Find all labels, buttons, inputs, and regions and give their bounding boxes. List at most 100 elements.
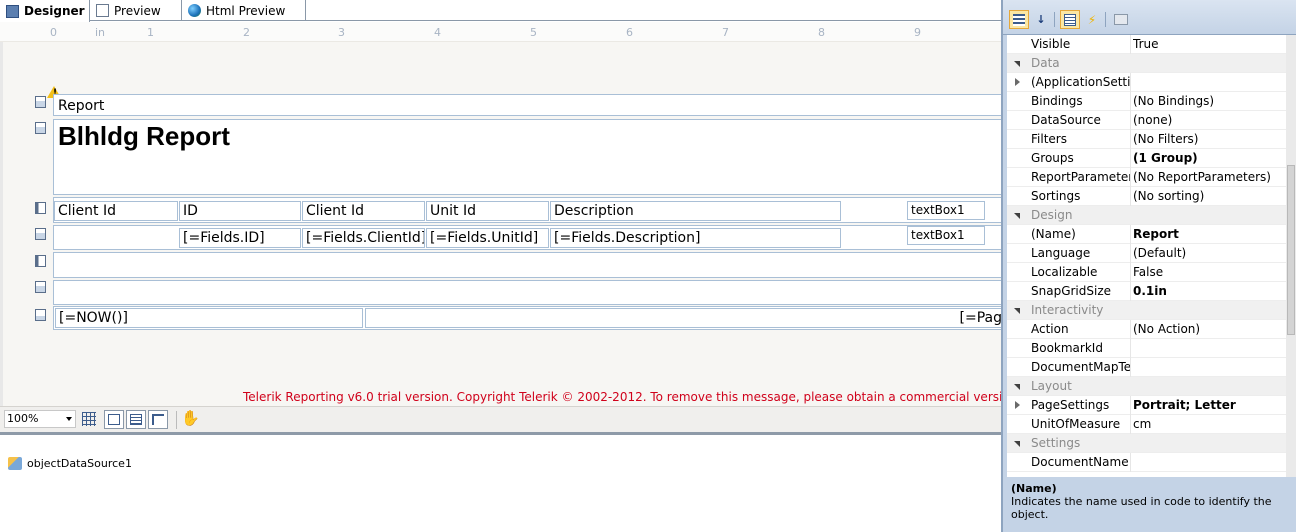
property-row[interactable]: DocumentMapText: [1007, 358, 1286, 377]
page-header-band[interactable]: Report: [53, 94, 1001, 116]
property-row[interactable]: (ApplicationSettings): [1007, 73, 1286, 92]
property-value[interactable]: (No Bindings): [1133, 94, 1286, 108]
tab-designer[interactable]: Designer: [0, 0, 90, 22]
group-footer-band[interactable]: [53, 252, 1001, 278]
report-footer-band-icon[interactable]: [35, 281, 46, 293]
hand-icon[interactable]: ✋: [181, 409, 200, 427]
collapse-icon[interactable]: [1014, 61, 1020, 67]
tab-html-preview[interactable]: Html Preview: [182, 0, 306, 21]
property-row[interactable]: Visible True: [1007, 35, 1286, 54]
detail-id-field[interactable]: [=Fields.ID]: [179, 228, 301, 248]
property-value[interactable]: False: [1133, 265, 1286, 279]
category-label: Settings: [1031, 436, 1081, 450]
report-header-band-icon[interactable]: [35, 122, 46, 134]
property-row[interactable]: Action (No Action): [1007, 320, 1286, 339]
property-category[interactable]: Settings: [1007, 434, 1286, 453]
detail-description-field[interactable]: [=Fields.Description]: [550, 228, 841, 248]
group-header-band[interactable]: Client Id ID Client Id Unit Id Descripti…: [53, 197, 1001, 223]
property-category[interactable]: Design: [1007, 206, 1286, 225]
property-value[interactable]: (No sorting): [1133, 189, 1286, 203]
property-row[interactable]: BookmarkId: [1007, 339, 1286, 358]
dimensions-button[interactable]: [148, 410, 168, 429]
property-value[interactable]: (1 Group): [1133, 151, 1286, 165]
detail-textbox1[interactable]: textBox1: [907, 226, 985, 245]
page-header-band-icon[interactable]: [35, 96, 46, 108]
events-button[interactable]: ⚡: [1082, 10, 1102, 29]
header-description-cell[interactable]: Description: [550, 201, 841, 221]
property-row[interactable]: PageSettings Portrait; Letter: [1007, 396, 1286, 415]
property-value[interactable]: (none): [1133, 113, 1286, 127]
properties-view-button[interactable]: [1060, 10, 1080, 29]
object-data-source-item[interactable]: objectDataSource1: [8, 457, 132, 470]
report-header-band[interactable]: Blhldg Report: [53, 119, 1001, 195]
property-value[interactable]: (No Filters): [1133, 132, 1286, 146]
alphabetical-button[interactable]: ↓: [1031, 10, 1051, 29]
property-value[interactable]: Report: [1133, 227, 1286, 241]
expand-icon[interactable]: [1015, 401, 1020, 409]
property-grid-scrollbar[interactable]: [1286, 35, 1296, 477]
collapse-icon[interactable]: [1014, 213, 1020, 219]
ruler-number: 4: [434, 26, 441, 39]
detail-band[interactable]: [=Fields.ID] [=Fields.ClientId] [=Fields…: [53, 225, 1001, 250]
property-value[interactable]: Portrait; Letter: [1133, 398, 1286, 412]
snap-to-grid-button[interactable]: [104, 410, 124, 429]
property-row[interactable]: (Name) Report: [1007, 225, 1286, 244]
property-category[interactable]: Interactivity: [1007, 301, 1286, 320]
grid-icon[interactable]: [82, 412, 96, 426]
zoom-dropdown[interactable]: 100%: [4, 410, 76, 428]
property-row[interactable]: Filters (No Filters): [1007, 130, 1286, 149]
group-header-band-icon[interactable]: [35, 202, 46, 214]
header-id-cell[interactable]: ID: [179, 201, 301, 221]
detail-client-id-field[interactable]: [=Fields.ClientId]: [302, 228, 425, 248]
property-row[interactable]: SnapGridSize 0.1in: [1007, 282, 1286, 301]
collapse-icon[interactable]: [1014, 384, 1020, 390]
property-category[interactable]: Layout: [1007, 377, 1286, 396]
property-value[interactable]: True: [1133, 37, 1286, 51]
property-pages-button[interactable]: [1111, 10, 1131, 29]
property-row[interactable]: Bindings (No Bindings): [1007, 92, 1286, 111]
snap-to-lines-button[interactable]: [126, 410, 146, 429]
page-footer-band-icon[interactable]: [35, 309, 46, 321]
column-separator: [1130, 73, 1131, 92]
page-footer-band[interactable]: [=NOW()] [=Pag: [53, 306, 1002, 330]
scrollbar-thumb[interactable]: [1287, 165, 1295, 335]
footer-page-text: [=Pag: [959, 310, 1002, 326]
ruler-number: 2: [243, 26, 250, 39]
column-separator: [1130, 187, 1131, 206]
property-row[interactable]: Localizable False: [1007, 263, 1286, 282]
property-row[interactable]: Sortings (No sorting): [1007, 187, 1286, 206]
footer-now-textbox[interactable]: [=NOW()]: [55, 308, 363, 328]
categorized-button[interactable]: [1009, 10, 1029, 29]
property-category[interactable]: Data: [1007, 54, 1286, 73]
report-title-textbox[interactable]: Blhldg Report: [58, 121, 230, 152]
property-name: (ApplicationSettings): [1031, 75, 1131, 89]
property-row[interactable]: Groups (1 Group): [1007, 149, 1286, 168]
header-unit-id-cell[interactable]: Unit Id: [426, 201, 549, 221]
detail-band-icon[interactable]: [35, 228, 46, 240]
detail-unit-id-field[interactable]: [=Fields.UnitId]: [426, 228, 549, 248]
property-value[interactable]: (Default): [1133, 246, 1286, 260]
header-textbox1[interactable]: textBox1: [907, 201, 985, 220]
property-row[interactable]: DataSource (none): [1007, 111, 1286, 130]
property-row[interactable]: Language (Default): [1007, 244, 1286, 263]
header-client-id-cell[interactable]: Client Id: [54, 201, 178, 221]
page-header-textbox[interactable]: Report: [58, 98, 104, 114]
property-name: DataSource: [1031, 113, 1101, 127]
left-margin-strip: [0, 42, 3, 406]
collapse-icon[interactable]: [1014, 441, 1020, 447]
property-value[interactable]: (No Action): [1133, 322, 1286, 336]
property-row[interactable]: UnitOfMeasure cm: [1007, 415, 1286, 434]
header-client-id-cell-2[interactable]: Client Id: [302, 201, 425, 221]
property-value[interactable]: (No ReportParameters): [1133, 170, 1286, 184]
expand-icon[interactable]: [1015, 78, 1020, 86]
tab-preview[interactable]: Preview: [90, 0, 182, 21]
collapse-icon[interactable]: [1014, 308, 1020, 314]
footer-page-textbox[interactable]: [=Pag: [365, 308, 1002, 328]
property-value[interactable]: 0.1in: [1133, 284, 1286, 298]
property-row[interactable]: DocumentName: [1007, 453, 1286, 472]
group-footer-band-icon[interactable]: [35, 255, 46, 267]
property-row[interactable]: ReportParameters (No ReportParameters): [1007, 168, 1286, 187]
designer-tabs: Designer Preview Html Preview: [0, 0, 1001, 22]
property-value[interactable]: cm: [1133, 417, 1286, 431]
report-footer-band[interactable]: [53, 280, 1001, 305]
